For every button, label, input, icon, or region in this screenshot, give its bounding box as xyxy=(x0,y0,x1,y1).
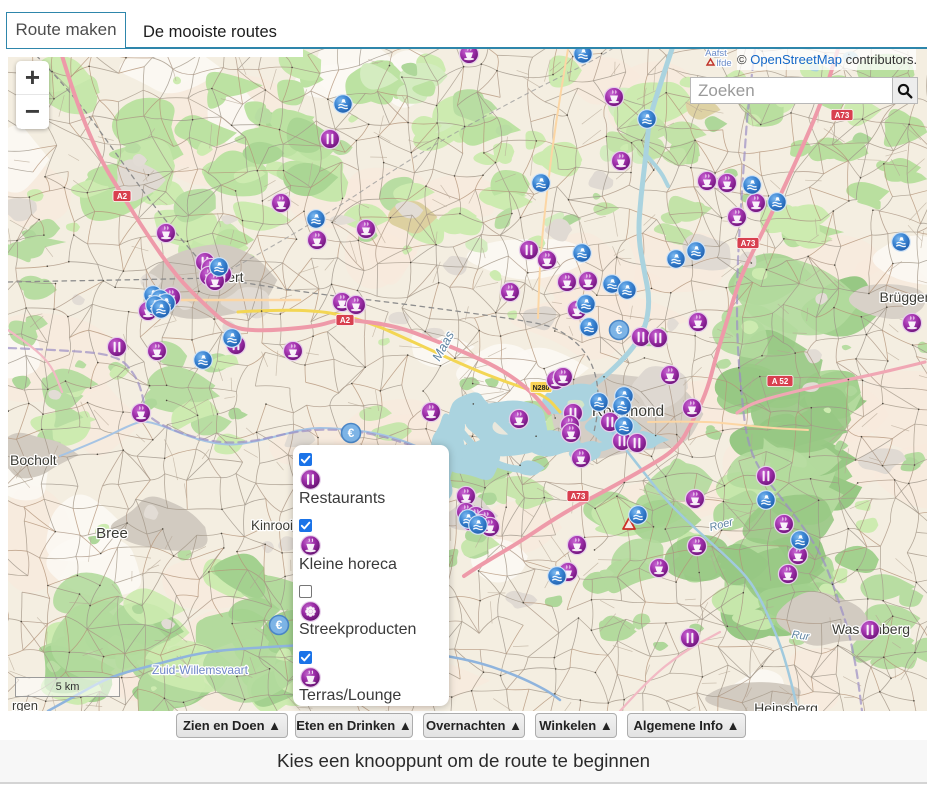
svg-text:Kinrooi: Kinrooi xyxy=(251,518,293,533)
svg-text:€: € xyxy=(348,426,355,440)
svg-text:A 52: A 52 xyxy=(772,377,789,386)
svg-text:€: € xyxy=(616,323,623,337)
svg-text:Brüggen: Brüggen xyxy=(880,289,927,305)
svg-text:Bree: Bree xyxy=(96,525,128,542)
svg-text:A2: A2 xyxy=(340,316,351,325)
svg-text:Bocholt: Bocholt xyxy=(10,452,57,468)
svg-text:Zuid-Willemsvaart: Zuid-Willemsvaart xyxy=(152,663,249,677)
svg-text:€: € xyxy=(276,618,283,632)
svg-text:Heinsberg: Heinsberg xyxy=(754,700,818,711)
svg-text:A2: A2 xyxy=(117,192,128,201)
svg-text:lfde: lfde xyxy=(716,58,731,69)
svg-text:N280: N280 xyxy=(533,385,550,392)
svg-text:A73: A73 xyxy=(741,239,756,248)
svg-text:A73: A73 xyxy=(835,111,850,120)
svg-text:rgen: rgen xyxy=(12,698,38,711)
svg-text:A73: A73 xyxy=(571,492,586,501)
